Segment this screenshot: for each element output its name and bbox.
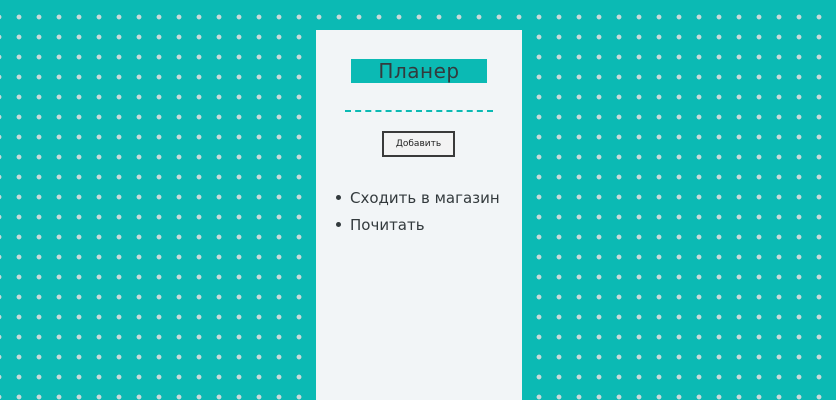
title-banner: Планер xyxy=(351,59,487,83)
bullet-icon xyxy=(336,195,341,200)
page-title: Планер xyxy=(378,59,460,83)
task-item: Почитать xyxy=(336,211,520,238)
task-list: Сходить в магазин Почитать xyxy=(336,184,520,238)
planner-panel: Планер Добавить Сходить в магазин Почита… xyxy=(316,30,522,400)
dashed-divider xyxy=(345,110,493,112)
bullet-icon xyxy=(336,222,341,227)
task-text: Почитать xyxy=(350,215,425,234)
add-task-button[interactable]: Добавить xyxy=(382,131,455,157)
task-item: Сходить в магазин xyxy=(336,184,520,211)
task-text: Сходить в магазин xyxy=(350,188,500,207)
